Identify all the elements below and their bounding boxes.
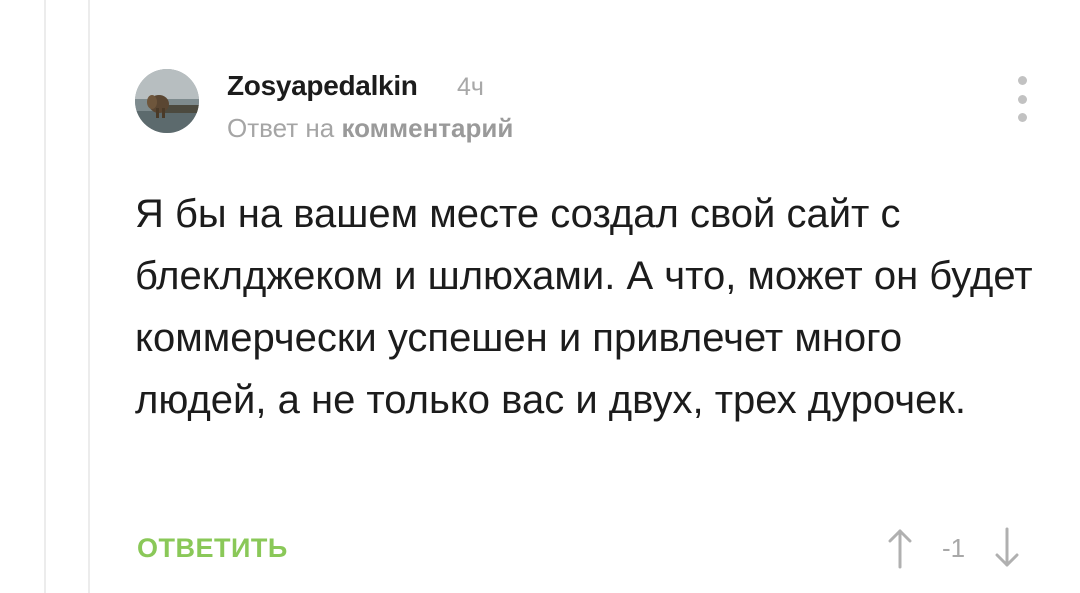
more-vertical-icon [1017,76,1027,85]
avatar[interactable] [135,69,199,133]
more-vertical-icon [1017,94,1027,104]
avatar-image [135,69,199,133]
arrow-down-icon [995,527,1019,567]
rating-score: -1 [942,532,966,563]
comment-page: Zosyapedalkin 4ч Ответ на комментарий Я … [0,0,1080,593]
more-options-button[interactable] [1012,76,1032,122]
more-vertical-icon [1017,113,1027,122]
reply-button[interactable]: ОТВЕТИТЬ [137,533,288,564]
comment-body: Я бы на вашем месте создал свой сайт с б… [135,192,1033,422]
upvote-button[interactable] [880,525,920,571]
comment: Zosyapedalkin 4ч Ответ на комментарий Я … [90,0,1080,593]
rating-controls: -1 [880,525,1027,571]
reply-parent-link[interactable]: комментарий [341,113,513,143]
author-name[interactable]: Zosyapedalkin [227,70,418,102]
comment-timestamp: 4ч [457,73,484,101]
downvote-button[interactable] [987,525,1027,571]
reply-context: Ответ на комментарий [227,113,513,144]
reply-prefix: Ответ на [227,113,335,143]
thread-line[interactable] [44,0,46,593]
arrow-up-icon [888,529,912,569]
